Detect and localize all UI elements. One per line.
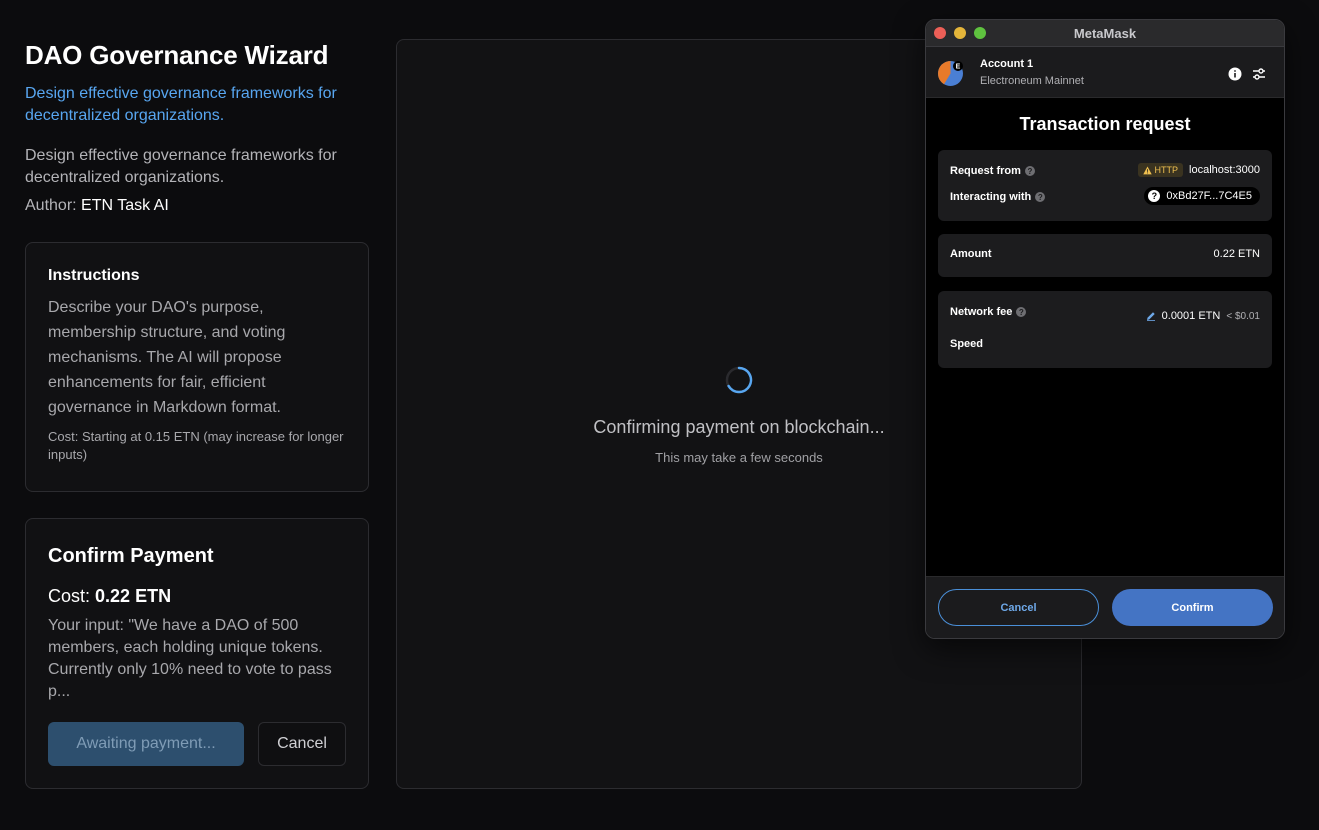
app-subtitle: Design effective governance frameworks f… xyxy=(25,85,337,124)
minimize-window-button[interactable] xyxy=(954,27,966,39)
app-title: DAO Governance Wizard xyxy=(25,40,329,70)
close-window-button[interactable] xyxy=(934,27,946,39)
network-fee-label: Network fee ? xyxy=(950,306,1027,318)
metamask-confirm-button[interactable]: Confirm xyxy=(1112,589,1273,626)
edit-pencil-icon[interactable] xyxy=(1146,311,1156,321)
network-fee-usd: < $0.01 xyxy=(1226,310,1260,322)
app-header: DAO Governance Wizard Design effective g… xyxy=(25,40,369,215)
payment-card: Confirm Payment Cost: 0.22 ETN Your inpu… xyxy=(25,518,369,789)
window-controls xyxy=(934,27,986,39)
instructions-card: Instructions Describe your DAO's purpose… xyxy=(25,242,369,492)
unknown-contract-icon: ? xyxy=(1148,190,1161,202)
warning-icon xyxy=(1142,165,1152,174)
interacting-with-label: Interacting with ? xyxy=(950,191,1046,203)
network-fee-section: Network fee ? 0.0001 ETN < $0.01 Speed xyxy=(938,291,1272,368)
account-bar: E Account 1 Electroneum Mainnet xyxy=(926,47,1284,98)
amount-section: Amount 0.22 ETN xyxy=(938,234,1272,277)
amount-value: 0.22 ETN xyxy=(1213,248,1260,260)
instructions-title: Instructions xyxy=(48,267,140,284)
network-fee-amount: 0.0001 ETN xyxy=(1161,310,1221,322)
request-details: Request from ? HTTP localhost:3000 Inter… xyxy=(938,150,1272,221)
instructions-cost: Cost: Starting at 0.15 ETN (may increase… xyxy=(48,429,344,462)
author-line: Author: ETN Task AI xyxy=(25,197,369,215)
request-from-text: Request from xyxy=(950,165,1021,177)
help-icon[interactable]: ? xyxy=(1016,307,1027,317)
request-from-label: Request from ? xyxy=(950,165,1035,177)
loading-spinner-icon xyxy=(725,366,753,394)
settings-sliders-icon[interactable] xyxy=(1252,67,1266,81)
account-avatar-icon: E xyxy=(938,61,963,86)
payment-cost-value: 0.22 ETN xyxy=(95,586,172,606)
amount-label: Amount xyxy=(950,248,992,260)
contract-address: 0xBd27F...7C4E5 xyxy=(1166,190,1252,202)
network-name[interactable]: Electroneum Mainnet xyxy=(980,75,1084,87)
contract-address-pill[interactable]: ? 0xBd27F...7C4E5 xyxy=(1144,187,1260,205)
payment-cost: Cost: 0.22 ETN xyxy=(48,586,346,607)
network-fee-value: 0.0001 ETN < $0.01 xyxy=(1146,310,1260,322)
payment-actions: Awaiting payment... Cancel xyxy=(48,722,346,766)
awaiting-payment-button[interactable]: Awaiting payment... xyxy=(48,722,244,766)
metamask-window: MetaMask E Account 1 Electroneum Mainnet… xyxy=(925,19,1285,639)
request-origin: localhost:3000 xyxy=(1189,164,1260,176)
network-badge-letter: E xyxy=(956,64,961,71)
account-name[interactable]: Account 1 xyxy=(980,58,1033,70)
help-icon[interactable]: ? xyxy=(1035,192,1046,202)
help-icon[interactable]: ? xyxy=(1024,166,1035,176)
cancel-button[interactable]: Cancel xyxy=(258,722,346,766)
metamask-cancel-button[interactable]: Cancel xyxy=(938,589,1099,626)
interacting-with-text: Interacting with xyxy=(950,191,1032,203)
http-warning-badge: HTTP xyxy=(1137,163,1184,177)
payment-cost-label: Cost: xyxy=(48,586,91,606)
payment-title: Confirm Payment xyxy=(48,545,214,567)
interacting-with-value: ? 0xBd27F...7C4E5 xyxy=(1144,187,1260,205)
metamask-titlebar: MetaMask xyxy=(926,20,1284,47)
transaction-heading: Transaction request xyxy=(1019,114,1191,134)
instructions-text: Describe your DAO's purpose, membership … xyxy=(48,299,286,416)
payment-input-preview: Your input: "We have a DAO of 500 member… xyxy=(48,617,332,700)
app-description: Design effective governance frameworks f… xyxy=(25,147,337,186)
metamask-footer: Cancel Confirm xyxy=(926,576,1284,638)
speed-label: Speed xyxy=(950,338,984,350)
network-fee-text: Network fee xyxy=(950,306,1013,318)
maximize-window-button[interactable] xyxy=(974,27,986,39)
author-name: ETN Task AI xyxy=(81,197,169,214)
author-label: Author: xyxy=(25,197,77,214)
request-from-value: HTTP localhost:3000 xyxy=(1137,163,1260,177)
http-badge-label: HTTP xyxy=(1154,165,1179,175)
info-icon[interactable] xyxy=(1228,67,1242,81)
